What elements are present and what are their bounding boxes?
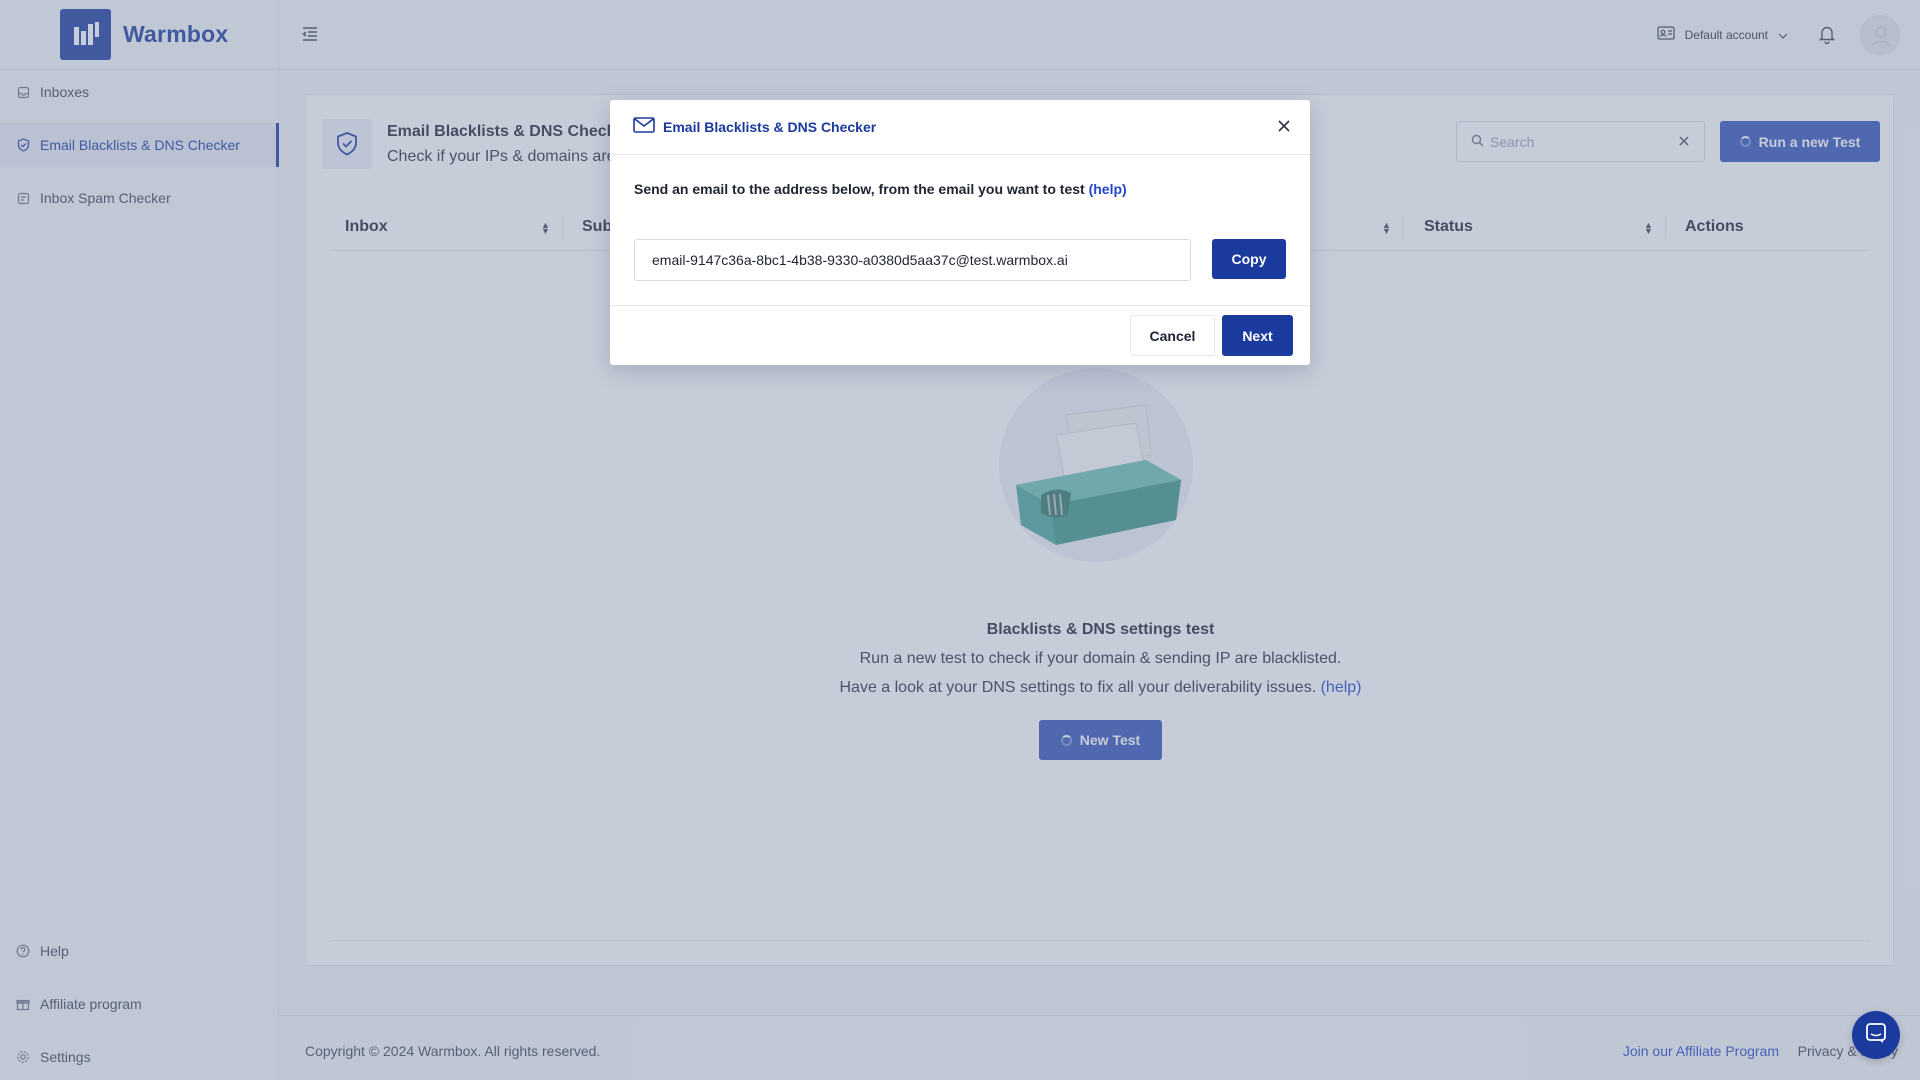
modal-footer-divider — [610, 305, 1310, 306]
envelope-icon — [633, 116, 655, 138]
test-email-address-field[interactable]: email-9147c36a-8bc1-4b38-9330-a0380d5aa3… — [634, 239, 1191, 281]
instruction-text: Send an email to the address below, from… — [634, 181, 1085, 197]
chat-launcher-button[interactable] — [1852, 1011, 1900, 1059]
test-email-address-value: email-9147c36a-8bc1-4b38-9330-a0380d5aa3… — [652, 252, 1068, 268]
close-icon[interactable] — [1276, 118, 1292, 134]
modal-header: Email Blacklists & DNS Checker — [610, 100, 1310, 155]
chat-icon — [1865, 1022, 1887, 1049]
next-button[interactable]: Next — [1222, 315, 1293, 356]
modal-instruction: Send an email to the address below, from… — [634, 181, 1127, 197]
test-email-modal: Email Blacklists & DNS Checker Send an e… — [610, 100, 1310, 365]
modal-title: Email Blacklists & DNS Checker — [663, 119, 877, 135]
cancel-button[interactable]: Cancel — [1130, 315, 1215, 356]
copy-button[interactable]: Copy — [1212, 239, 1286, 279]
modal-help-link[interactable]: (help) — [1089, 181, 1127, 197]
